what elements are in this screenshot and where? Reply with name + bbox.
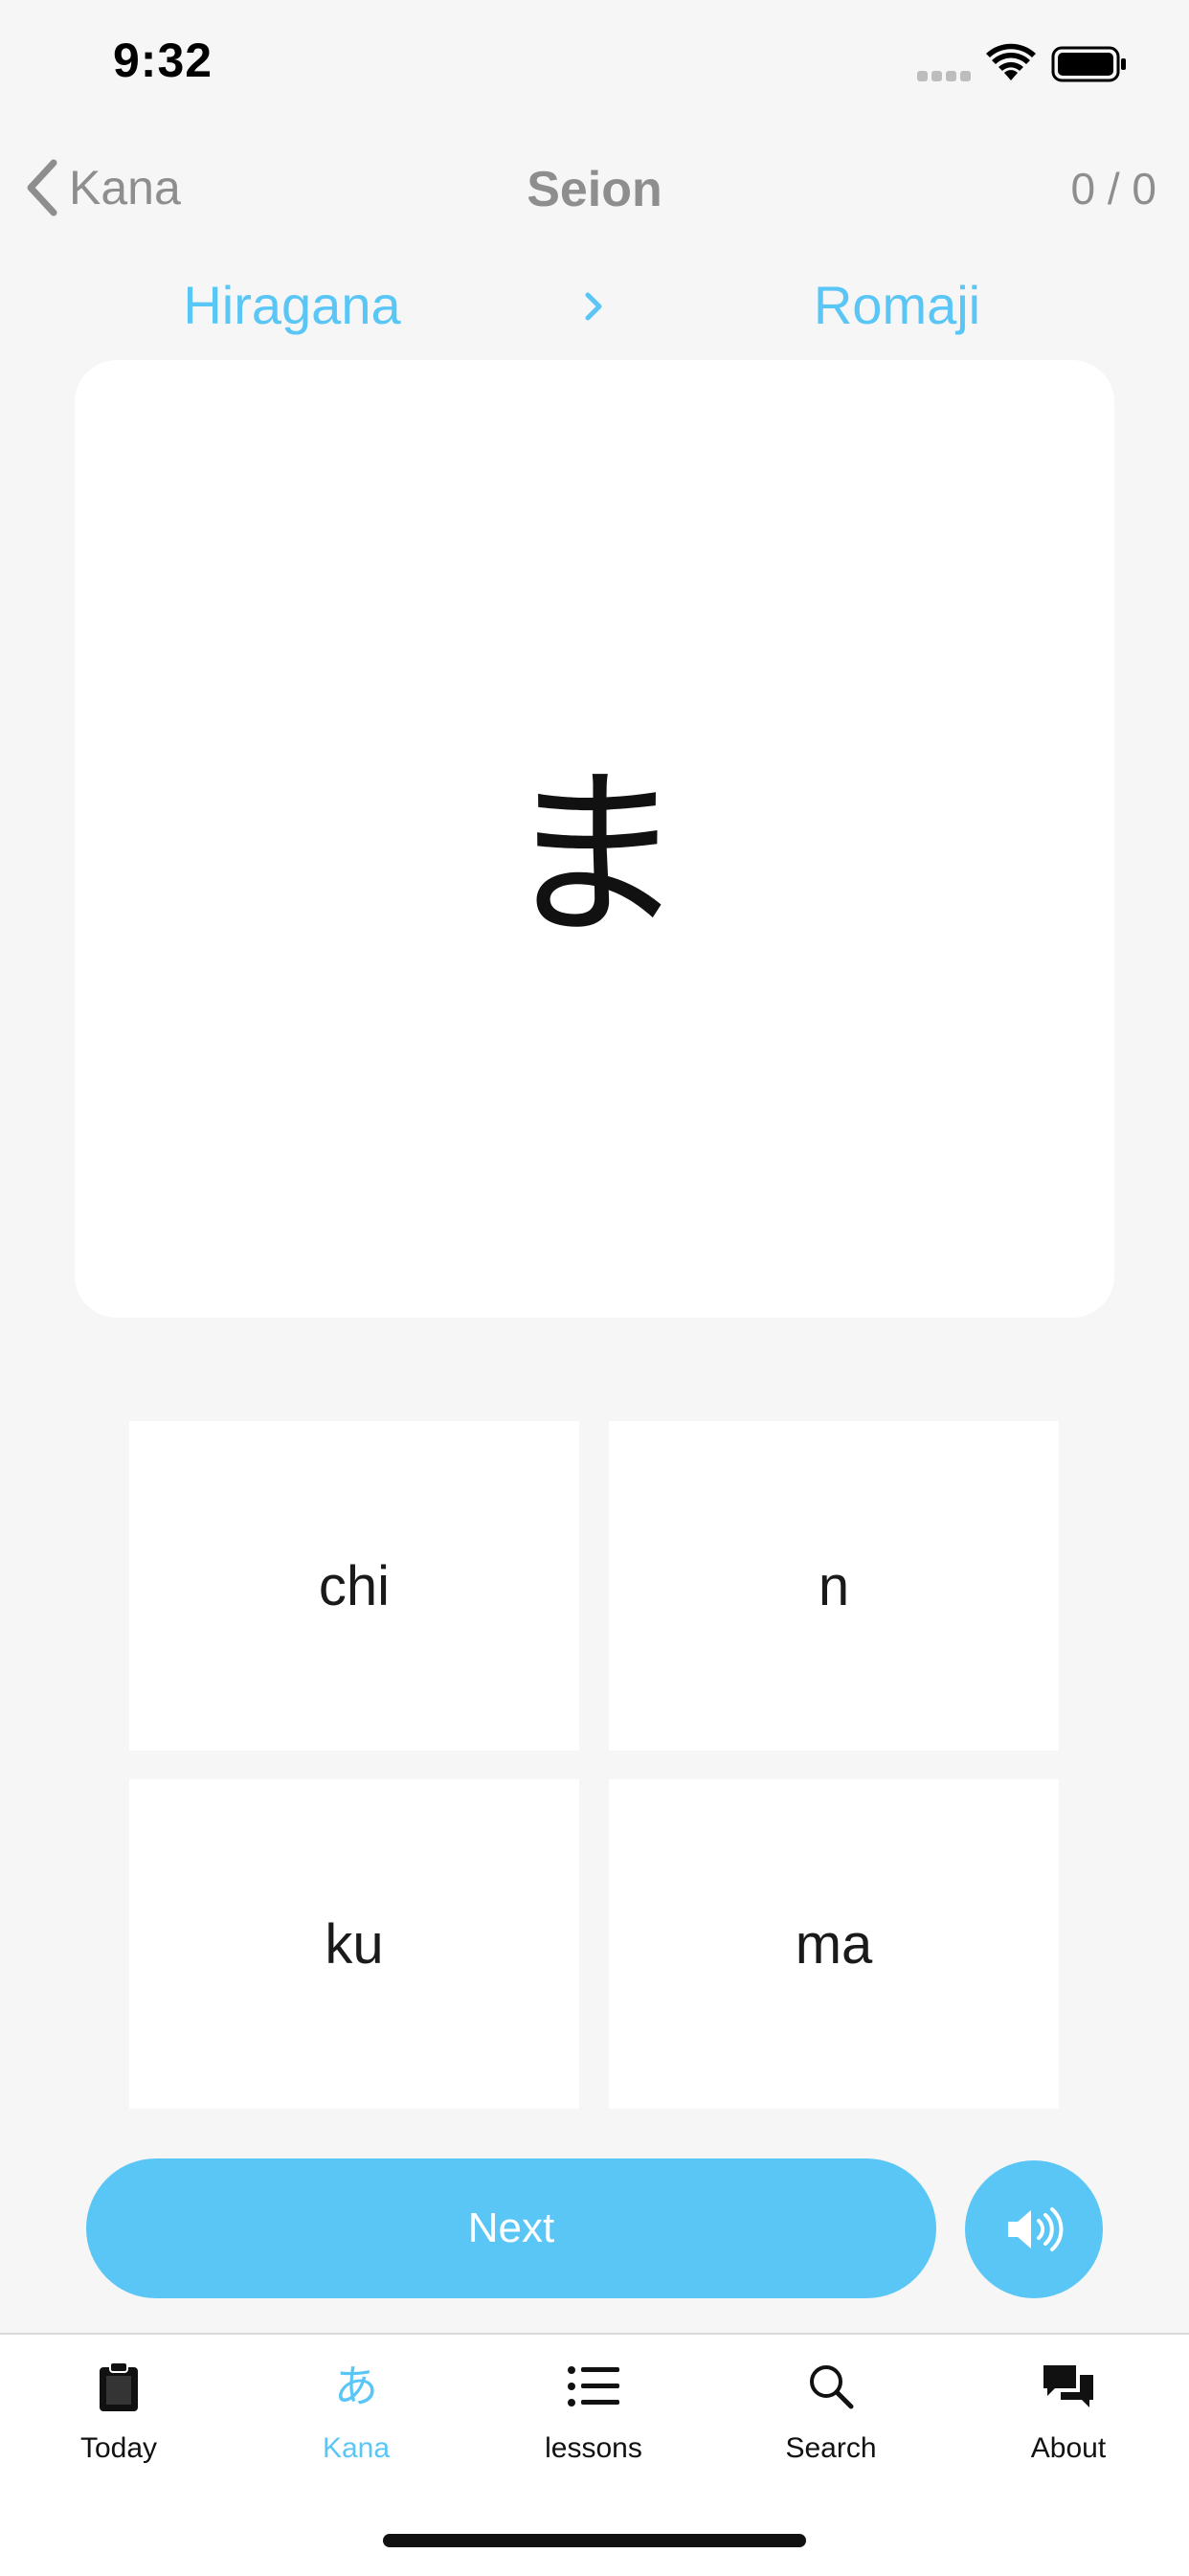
answer-option[interactable]: ku bbox=[129, 1779, 579, 2109]
wifi-icon bbox=[986, 43, 1036, 80]
tab-label: lessons bbox=[545, 2432, 642, 2464]
status-time: 9:32 bbox=[113, 34, 213, 87]
tab-today[interactable]: Today bbox=[0, 2352, 237, 2505]
chat-bubbles-icon bbox=[1040, 2358, 1097, 2415]
tab-label: Kana bbox=[322, 2432, 391, 2464]
next-button[interactable]: Next bbox=[86, 2158, 936, 2298]
clipboard-icon bbox=[90, 2358, 147, 2415]
cellular-signal-icon bbox=[917, 69, 975, 81]
tab-search[interactable]: Search bbox=[712, 2352, 950, 2505]
source-script-button[interactable]: Hiragana bbox=[0, 274, 584, 336]
tab-about[interactable]: About bbox=[950, 2352, 1187, 2505]
flashcard: ま bbox=[75, 360, 1114, 1318]
tab-lessons[interactable]: lessons bbox=[475, 2352, 712, 2505]
tab-kana[interactable]: あ Kana bbox=[237, 2352, 475, 2505]
tab-label: Search bbox=[785, 2432, 877, 2464]
search-icon bbox=[802, 2358, 860, 2415]
answer-option[interactable]: ma bbox=[609, 1779, 1059, 2109]
answer-option[interactable]: chi bbox=[129, 1421, 579, 1751]
home-indicator bbox=[383, 2534, 806, 2547]
speaker-icon bbox=[1008, 2207, 1064, 2251]
tab-label: Today bbox=[79, 2432, 158, 2464]
flashcard-character: ま bbox=[503, 749, 685, 961]
page-title: Seion bbox=[527, 162, 662, 217]
progress-count: 0 / 0 bbox=[1070, 164, 1156, 214]
list-icon bbox=[565, 2358, 622, 2415]
target-script-button[interactable]: Romaji bbox=[605, 274, 1189, 336]
hiragana-a-icon: あ bbox=[334, 2361, 378, 2412]
play-sound-button[interactable] bbox=[965, 2160, 1103, 2298]
battery-icon bbox=[1051, 46, 1126, 82]
answer-option[interactable]: n bbox=[609, 1421, 1059, 1751]
tab-label: About bbox=[1030, 2432, 1107, 2464]
